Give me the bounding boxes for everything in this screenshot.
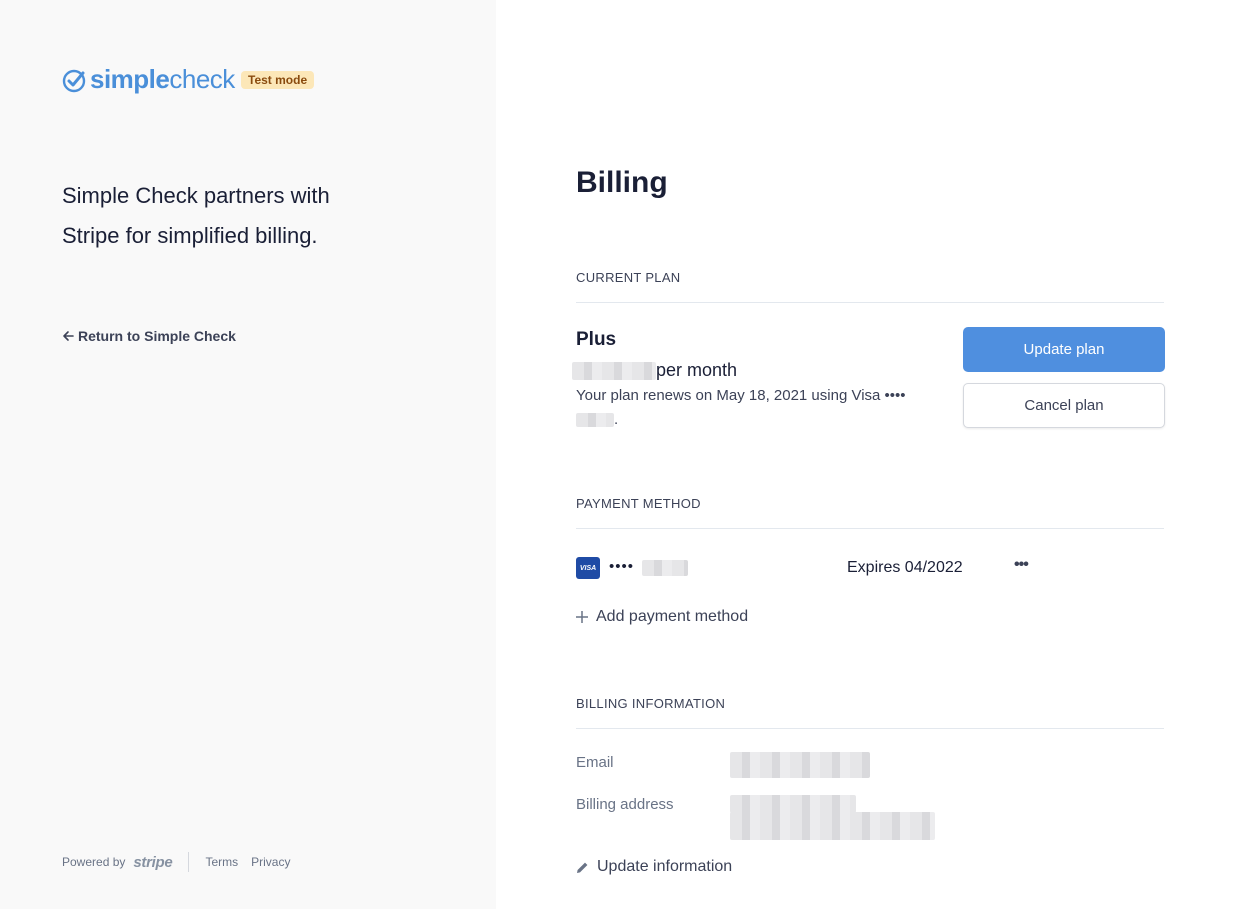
card-mask: ••••	[609, 558, 635, 575]
visa-card-icon: VISA	[576, 557, 600, 579]
billing-information-heading: BILLING INFORMATION	[576, 696, 726, 711]
simplecheck-logo[interactable]: simple check	[62, 64, 235, 95]
redacted-address-line2	[730, 812, 935, 840]
powered-by-label: Powered by	[62, 855, 126, 869]
update-plan-button[interactable]: Update plan	[963, 327, 1165, 372]
billing-main: Billing CURRENT PLAN Plus per month Your…	[496, 0, 1241, 909]
return-link-label: Return to Simple Check	[78, 328, 236, 344]
renew-text: Your plan renews on May 18, 2021 using V…	[576, 387, 906, 404]
terms-link[interactable]: Terms	[205, 855, 238, 869]
footer-divider	[188, 852, 190, 872]
divider	[576, 728, 1164, 729]
payment-method-heading: PAYMENT METHOD	[576, 496, 701, 511]
card-expiry: Expires 04/2022	[847, 559, 963, 576]
return-link[interactable]: Return to Simple Check	[62, 328, 236, 344]
redacted-address-line1	[730, 795, 856, 813]
privacy-link[interactable]: Privacy	[251, 855, 290, 869]
update-information-label: Update information	[597, 858, 733, 875]
billing-address-label: Billing address	[576, 796, 674, 813]
arrow-left-icon	[63, 331, 74, 341]
sidebar-tagline: Simple Check partners with Stripe for si…	[62, 183, 330, 248]
plan-price: per month	[572, 360, 737, 381]
page-title: Billing	[576, 166, 668, 199]
more-options-icon[interactable]: •••	[1014, 556, 1029, 574]
price-suffix: per month	[656, 360, 738, 380]
sidebar-panel: simple check Test mode Simple Check partn…	[0, 0, 496, 909]
redacted-price	[572, 361, 656, 380]
pencil-icon	[577, 862, 588, 873]
update-information-button[interactable]: Update information	[576, 858, 732, 876]
logo-text-check: check	[169, 64, 235, 94]
cancel-plan-button[interactable]: Cancel plan	[963, 383, 1165, 428]
logo-text-simple: simple	[90, 64, 170, 94]
plus-icon	[576, 611, 588, 623]
redacted-card-last4	[576, 413, 614, 428]
test-mode-badge: Test mode	[241, 71, 315, 89]
plan-renew-text: Your plan renews on May 18, 2021 using V…	[576, 384, 946, 432]
add-payment-method-button[interactable]: Add payment method	[576, 608, 748, 626]
renew-end: .	[614, 411, 619, 428]
divider	[576, 528, 1164, 529]
plan-name: Plus	[576, 329, 617, 350]
email-label: Email	[576, 754, 614, 771]
current-plan-heading: CURRENT PLAN	[576, 270, 681, 285]
divider	[576, 302, 1164, 303]
redacted-card-number	[642, 560, 688, 576]
check-circle-icon	[62, 69, 86, 92]
stripe-logo[interactable]: stripe	[133, 854, 172, 871]
add-payment-method-label: Add payment method	[596, 608, 749, 625]
payment-method-row: VISA •••• Expires 04/2022 •••	[576, 556, 1164, 580]
redacted-email	[730, 752, 870, 778]
sidebar-footer: Powered by stripe Terms Privacy	[62, 852, 303, 872]
